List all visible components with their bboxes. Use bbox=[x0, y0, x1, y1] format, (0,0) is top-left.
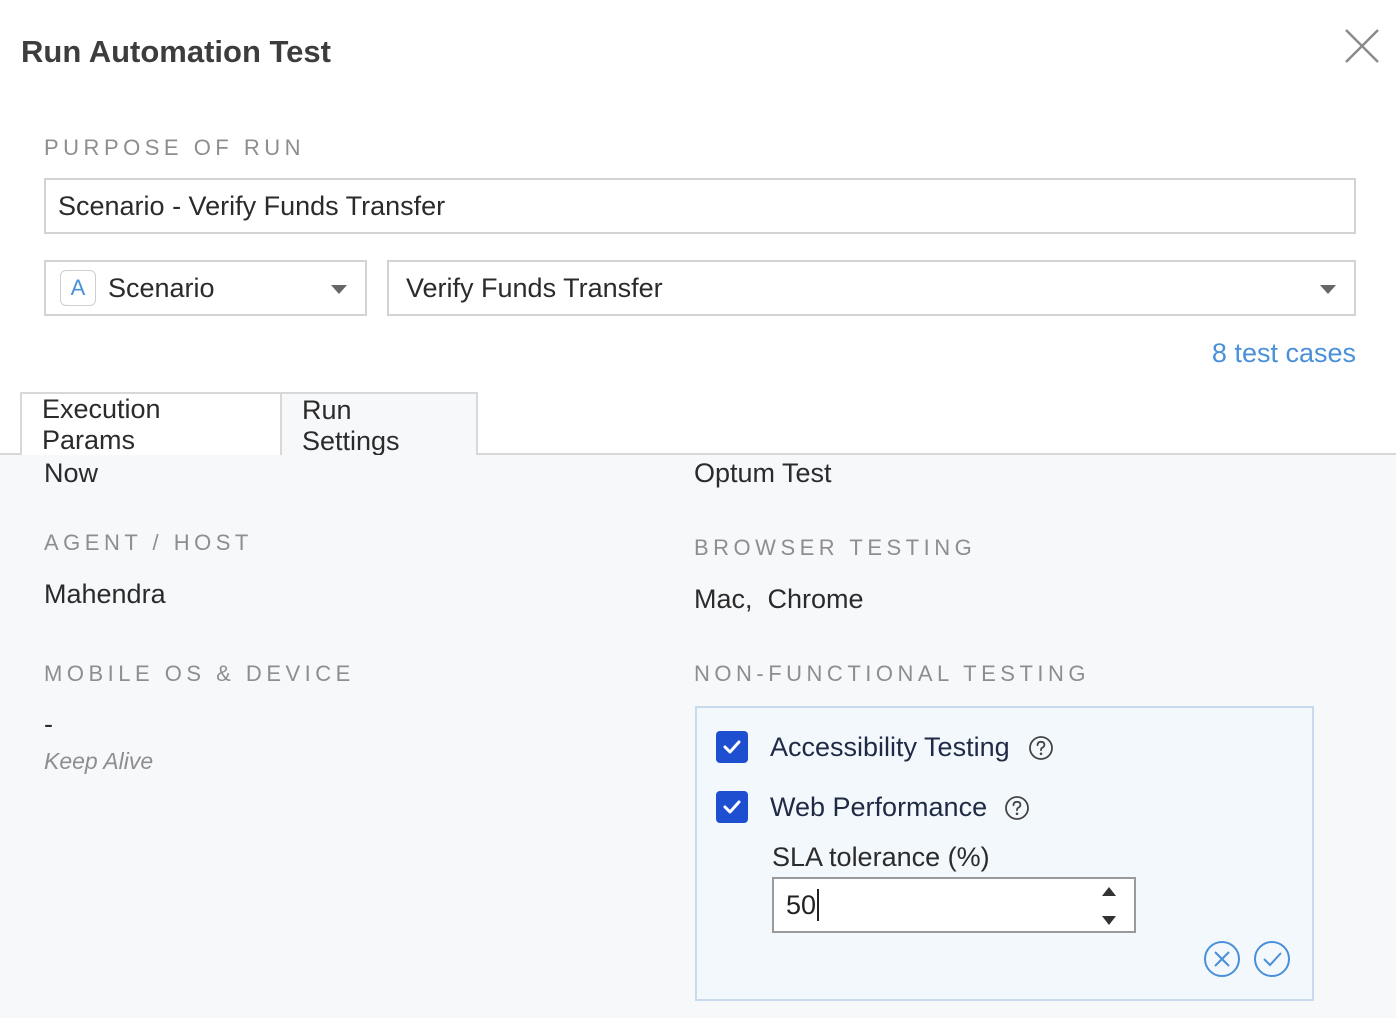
project-value: Optum Test bbox=[694, 458, 832, 489]
sla-tolerance-input[interactable]: 50 bbox=[772, 877, 1136, 933]
dialog-title: Run Automation Test bbox=[21, 34, 331, 70]
accessibility-checkbox[interactable] bbox=[716, 731, 748, 763]
close-icon[interactable] bbox=[1340, 26, 1384, 66]
checkmark-icon bbox=[722, 739, 742, 755]
scenario-select[interactable]: Verify Funds Transfer bbox=[387, 260, 1356, 316]
type-select-value: Scenario bbox=[108, 273, 215, 304]
purpose-input[interactable]: Scenario - Verify Funds Transfer bbox=[44, 178, 1356, 234]
browser-testing-value: Mac, Chrome bbox=[694, 584, 864, 615]
cancel-circle-icon[interactable] bbox=[1203, 940, 1241, 978]
tab-bar: Execution Params Run Settings bbox=[0, 392, 1396, 455]
mobile-os-value: - bbox=[44, 709, 53, 740]
schedule-value: Now bbox=[44, 458, 98, 489]
close-button[interactable] bbox=[1340, 26, 1384, 66]
agent-label: AGENT / HOST bbox=[44, 530, 253, 556]
help-icon[interactable] bbox=[1028, 735, 1054, 761]
sla-tolerance-label: SLA tolerance (%) bbox=[772, 842, 990, 873]
text-cursor bbox=[817, 889, 819, 921]
chevron-down-icon bbox=[1320, 285, 1336, 294]
accessibility-label: Accessibility Testing bbox=[770, 732, 1010, 763]
purpose-label: PURPOSE OF RUN bbox=[44, 135, 305, 161]
web-performance-checkbox[interactable] bbox=[716, 791, 748, 823]
confirm-circle-icon[interactable] bbox=[1253, 940, 1291, 978]
stepper-up-icon[interactable] bbox=[1102, 887, 1116, 896]
sla-tolerance-value: 50 bbox=[786, 890, 816, 921]
type-badge: A bbox=[60, 270, 96, 306]
mobile-os-label: MOBILE OS & DEVICE bbox=[44, 661, 355, 687]
scenario-select-value: Verify Funds Transfer bbox=[406, 273, 663, 304]
chevron-down-icon bbox=[331, 285, 347, 294]
type-select[interactable]: A Scenario bbox=[44, 260, 367, 316]
help-icon[interactable] bbox=[1004, 795, 1030, 821]
tab-execution-params[interactable]: Execution Params bbox=[20, 392, 282, 455]
purpose-input-value: Scenario - Verify Funds Transfer bbox=[58, 191, 445, 222]
agent-value: Mahendra bbox=[44, 579, 166, 610]
number-stepper[interactable] bbox=[1098, 887, 1120, 925]
stepper-down-icon[interactable] bbox=[1102, 916, 1116, 925]
web-performance-label: Web Performance bbox=[770, 792, 987, 823]
browser-testing-label: BROWSER TESTING bbox=[694, 535, 976, 561]
test-cases-link[interactable]: 8 test cases bbox=[1212, 338, 1356, 369]
checkmark-icon bbox=[722, 799, 742, 815]
tab-run-settings[interactable]: Run Settings bbox=[280, 392, 478, 457]
keep-alive-label: Keep Alive bbox=[44, 748, 153, 775]
non-functional-testing-label: NON-FUNCTIONAL TESTING bbox=[694, 661, 1090, 687]
